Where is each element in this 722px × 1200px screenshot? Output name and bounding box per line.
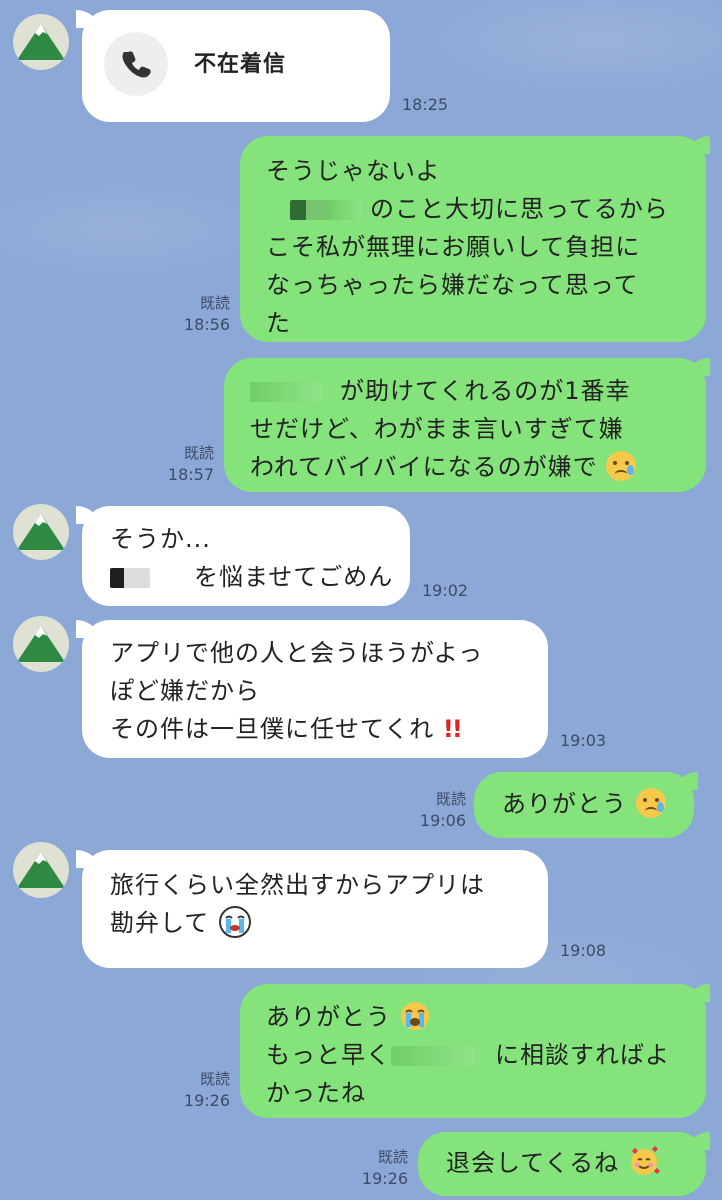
message-line-text: われてバイバイになるのが嫌で — [250, 453, 598, 481]
message-line-text: ありがとう — [266, 1003, 391, 1031]
message-meta: 既読 19:26 — [168, 1068, 230, 1112]
avatar-mountain-icon — [17, 24, 65, 60]
read-receipt: 既読 — [183, 444, 214, 462]
message-line-text: その件は一旦僕に任せてくれ — [110, 715, 435, 743]
read-receipt: 既読 — [199, 294, 230, 312]
message-line-text: のこと大切に思ってるから — [370, 195, 669, 223]
message-meta: 既読 19:26 — [344, 1146, 408, 1190]
avatar[interactable] — [13, 14, 69, 70]
message-bubble-incoming[interactable]: 旅行くらい全然出すからアプリは 勘弁して — [82, 850, 548, 968]
message-line-text: 勘弁して — [110, 909, 210, 937]
message-meta: 既読 19:06 — [404, 788, 466, 832]
message-bubble-outgoing[interactable]: そうじゃないよ のこと大切に思ってるから こそ私が無理にお願いして負担に なっち… — [240, 136, 706, 342]
message-line: のこと大切に思ってるから — [266, 190, 682, 228]
message-line: そうか... — [110, 525, 211, 553]
missed-call-bubble[interactable]: 不在着信 — [82, 10, 390, 122]
message-line-text: に相談すればよ — [495, 1041, 670, 1069]
message-line: そうじゃないよ — [266, 157, 441, 185]
timestamp: 19:03 — [560, 731, 607, 750]
timestamp: 19:26 — [361, 1169, 408, 1188]
message-line: こそ私が無理にお願いして負担に — [266, 233, 641, 261]
timestamp: 19:06 — [419, 811, 466, 830]
crying-face-icon — [606, 451, 637, 481]
message-line: その件は一旦僕に任せてくれ !! — [110, 710, 548, 748]
message-line: われてバイバイになるのが嫌で — [250, 448, 686, 486]
avatar-mountain-icon — [17, 626, 65, 662]
message-line: ありがとう — [266, 998, 706, 1036]
message-line: 旅行くらい全然出すからアプリは — [110, 871, 485, 899]
message-bubble-incoming[interactable]: アプリで他の人と会うほうがよっ ぽど嫌だから その件は一旦僕に任せてくれ !! — [82, 620, 548, 758]
message-line: ぽど嫌だから — [110, 677, 260, 705]
message-line: を悩ませてごめん — [110, 558, 410, 596]
message-bubble-incoming[interactable]: そうか... を悩ませてごめん — [82, 506, 410, 606]
message-line-text: もっと早く — [266, 1041, 391, 1069]
redacted-name — [110, 568, 150, 588]
read-receipt: 既読 — [377, 1148, 408, 1166]
message-bubble-outgoing[interactable]: ありがとう — [474, 772, 694, 838]
avatar[interactable] — [13, 842, 69, 898]
redacted-name — [330, 200, 362, 220]
message-line: アプリで他の人と会うほうがよっ — [110, 639, 484, 667]
message-line: た — [266, 309, 291, 337]
redacted-name — [250, 382, 322, 402]
message-line: が助けてくれるのが1番幸 — [250, 372, 686, 410]
message-line-text: を悩ませてごめん — [194, 563, 394, 591]
message-bubble-outgoing[interactable]: ありがとう もっと早く に相談すればよ かったね — [240, 984, 706, 1118]
message-meta: 既読 18:57 — [150, 442, 214, 486]
read-receipt: 既読 — [199, 1070, 230, 1088]
double-exclamation-icon: !! — [442, 715, 463, 743]
avatar-mountain-icon — [17, 514, 65, 550]
message-line: もっと早く に相談すればよ — [266, 1036, 706, 1074]
message-bubble-outgoing[interactable]: が助けてくれるのが1番幸 せだけど、わがまま言いすぎて嫌 われてバイバイになるの… — [224, 358, 706, 492]
message-line: なっちゃったら嫌だなって思って — [266, 271, 639, 299]
message-line-text: ありがとう — [502, 790, 627, 818]
timestamp: 18:25 — [402, 95, 449, 114]
phone-icon — [104, 32, 168, 96]
timestamp: 19:02 — [422, 581, 469, 600]
timestamp: 18:57 — [167, 465, 214, 484]
loudly-crying-face-icon — [400, 1001, 430, 1031]
redacted-name — [391, 1046, 475, 1066]
avatar[interactable] — [13, 616, 69, 672]
message-meta: 既読 18:56 — [170, 292, 230, 336]
message-line-text: が助けてくれるのが1番幸 — [340, 377, 631, 405]
message-line-text: 退会してくるね — [446, 1149, 620, 1177]
timestamp: 19:08 — [560, 941, 607, 960]
message-bubble-outgoing[interactable]: 退会してくるね — [418, 1132, 706, 1196]
smiling-hearts-face-icon — [628, 1145, 660, 1177]
crying-face-icon — [635, 788, 666, 818]
missed-call-label: 不在着信 — [194, 52, 287, 77]
avatar-mountain-icon — [17, 852, 65, 888]
avatar[interactable] — [13, 504, 69, 560]
message-line: せだけど、わがまま言いすぎて嫌 — [250, 415, 624, 443]
message-line: かったね — [266, 1079, 366, 1107]
redacted-name — [290, 200, 330, 220]
message-line: ありがとう — [502, 785, 694, 823]
message-line: 退会してくるね — [446, 1144, 706, 1182]
timestamp: 18:56 — [183, 315, 230, 334]
message-line: 勘弁して — [110, 904, 548, 942]
read-receipt: 既読 — [435, 790, 466, 808]
loudly-crying-face-icon — [218, 905, 252, 939]
timestamp: 19:26 — [183, 1091, 230, 1110]
